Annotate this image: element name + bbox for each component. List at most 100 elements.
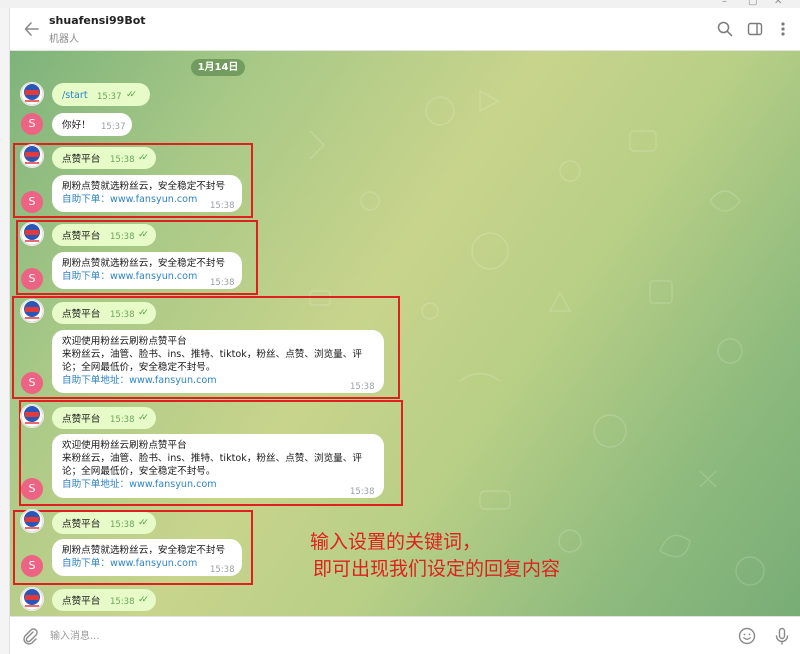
message-bubble[interactable]: 你好！ 15:37 [52,113,132,136]
window-title-bar: – ▢ ✕ [0,0,800,8]
message-bubble[interactable]: 点赞平台 15:38 ✓✓ [52,302,156,324]
chat-header: shuafensi99Bot 机器人 [10,8,800,51]
message-text[interactable]: 点赞平台 [62,518,100,531]
back-arrow-icon [24,22,39,36]
emoji-icon [738,627,756,645]
message-time: 15:38 [110,232,135,242]
message-bubble[interactable]: 点赞平台 15:38 ✓✓ [52,224,156,246]
bot-avatar[interactable] [20,509,44,533]
bot-avatar[interactable] [20,587,44,611]
read-receipt-icon: ✓✓ [138,413,149,423]
message-text[interactable]: 点赞平台 [62,153,100,166]
message-time: 15:38 [350,487,375,497]
user-avatar[interactable]: S [21,113,43,135]
message-text[interactable]: 论；全网最低价，安全稳定不封号。 [62,361,374,374]
message-bubble[interactable]: 刷粉点赞就选粉丝云，安全稳定不封号 自助下单：www.fansyun.com 1… [52,539,242,576]
message-bubble[interactable]: 刷粉点赞就选粉丝云，安全稳定不封号 自助下单：www.fansyun.com 1… [52,252,242,289]
bot-logo-icon [20,299,44,323]
message-time: 15:38 [110,155,135,165]
read-receipt-icon: ✓✓ [138,153,149,163]
emoji-button[interactable] [737,626,757,646]
message-time: 15:38 [210,565,235,575]
message-text[interactable]: 点赞平台 [62,308,100,321]
bot-logo-icon [20,509,44,533]
message-time: 15:38 [210,278,235,288]
message-text[interactable]: 来粉丝云，油管、脸书、ins、推特、tiktok，粉丝、点赞、浏览量、评 [62,348,374,361]
message-bubble[interactable]: 点赞平台 15:38 ✓✓ [52,589,156,611]
read-receipt-icon: ✓✓ [126,90,137,100]
message-text[interactable]: 来粉丝云，油管、脸书、ins、推特、tiktok，粉丝、点赞、浏览量、评 [62,452,374,465]
message-link[interactable]: 自助下单地址：www.fansyun.com [62,478,374,491]
bot-avatar[interactable] [20,82,44,106]
read-receipt-icon: ✓✓ [138,230,149,240]
message-text[interactable]: 点赞平台 [62,230,100,243]
message-text[interactable]: 论；全网最低价，安全稳定不封号。 [62,465,374,478]
message-link[interactable]: 自助下单地址：www.fansyun.com [62,374,374,387]
bot-avatar[interactable] [20,404,44,428]
message-bubble[interactable]: 点赞平台 15:38 ✓✓ [52,512,156,534]
read-receipt-icon: ✓✓ [138,518,149,528]
message-text[interactable]: 欢迎使用粉丝云刷粉点赞平台 [62,439,374,452]
user-avatar[interactable]: S [21,478,43,500]
message-time: 15:37 [101,122,126,132]
message-input[interactable] [50,627,650,645]
chat-title[interactable]: shuafensi99Bot [49,14,146,27]
message-text[interactable]: 你好！ [62,119,91,132]
message-time: 15:37 [97,92,122,102]
chat-subtitle: 机器人 [49,34,79,45]
date-badge: 1月14日 [191,59,245,76]
message-text[interactable]: 刷粉点赞就选粉丝云，安全稳定不封号 [62,180,232,193]
message-text[interactable]: 欢迎使用粉丝云刷粉点赞平台 [62,335,374,348]
message-time: 15:38 [110,415,135,425]
bot-logo-icon [20,222,44,246]
user-avatar[interactable]: S [21,555,43,577]
bot-avatar[interactable] [20,299,44,323]
message-text[interactable]: 点赞平台 [62,413,100,426]
message-composer [10,616,800,654]
user-avatar[interactable]: S [21,268,43,290]
search-icon [717,21,733,37]
user-avatar[interactable]: S [21,191,43,213]
message-time: 15:38 [350,382,375,392]
bot-logo-icon [20,144,44,168]
close-icon[interactable]: ✕ [774,0,782,7]
user-avatar[interactable]: S [21,372,43,394]
message-link[interactable]: 自助下单：www.fansyun.com [62,193,232,206]
message-bubble[interactable]: 欢迎使用粉丝云刷粉点赞平台 来粉丝云，油管、脸书、ins、推特、tiktok，粉… [52,330,384,393]
message-time: 15:38 [110,520,135,530]
message-text[interactable]: 点赞平台 [62,595,100,608]
bot-avatar[interactable] [20,222,44,246]
message-bubble[interactable]: 刷粉点赞就选粉丝云，安全稳定不封号 自助下单：www.fansyun.com 1… [52,175,242,212]
message-bubble[interactable]: 点赞平台 15:38 ✓✓ [52,147,156,169]
message-bubble[interactable]: 点赞平台 15:38 ✓✓ [52,407,156,429]
sidebar-toggle-icon [747,22,763,36]
search-button[interactable] [716,20,734,38]
read-receipt-icon: ✓✓ [138,308,149,318]
attach-button[interactable] [20,626,40,646]
annotation-text: 即可出现我们设定的回复内容 [313,558,561,580]
annotation-text: 输入设置的关键词， [310,531,482,553]
message-link[interactable]: 自助下单：www.fansyun.com [62,270,232,283]
chat-history[interactable]: 1月14日 /start 15:37 ✓✓ S 你好！ 15:37 点赞平台 1… [10,51,800,616]
message-bubble[interactable]: 欢迎使用粉丝云刷粉点赞平台 来粉丝云，油管、脸书、ins、推特、tiktok，粉… [52,434,384,498]
voice-button[interactable] [772,626,792,646]
bot-logo-icon [20,82,44,106]
message-text[interactable]: 刷粉点赞就选粉丝云，安全稳定不封号 [62,257,232,270]
message-time: 15:38 [110,310,135,320]
message-text[interactable]: 刷粉点赞就选粉丝云，安全稳定不封号 [62,544,232,557]
minimize-icon[interactable]: – [722,0,727,7]
bot-avatar[interactable] [20,144,44,168]
read-receipt-icon: ✓✓ [138,595,149,605]
message-time: 15:38 [210,201,235,211]
maximize-icon[interactable]: ▢ [748,0,757,7]
message-bubble[interactable]: /start 15:37 ✓✓ [52,83,150,106]
paperclip-icon [23,628,38,645]
back-button[interactable] [22,18,42,40]
bot-logo-icon [20,587,44,611]
more-vertical-icon [781,22,785,36]
sidebar-toggle-button[interactable] [746,20,764,38]
message-link[interactable]: 自助下单：www.fansyun.com [62,557,232,570]
left-panel-edge [0,8,10,654]
message-text[interactable]: /start [62,89,88,102]
more-menu-button[interactable] [774,20,792,38]
